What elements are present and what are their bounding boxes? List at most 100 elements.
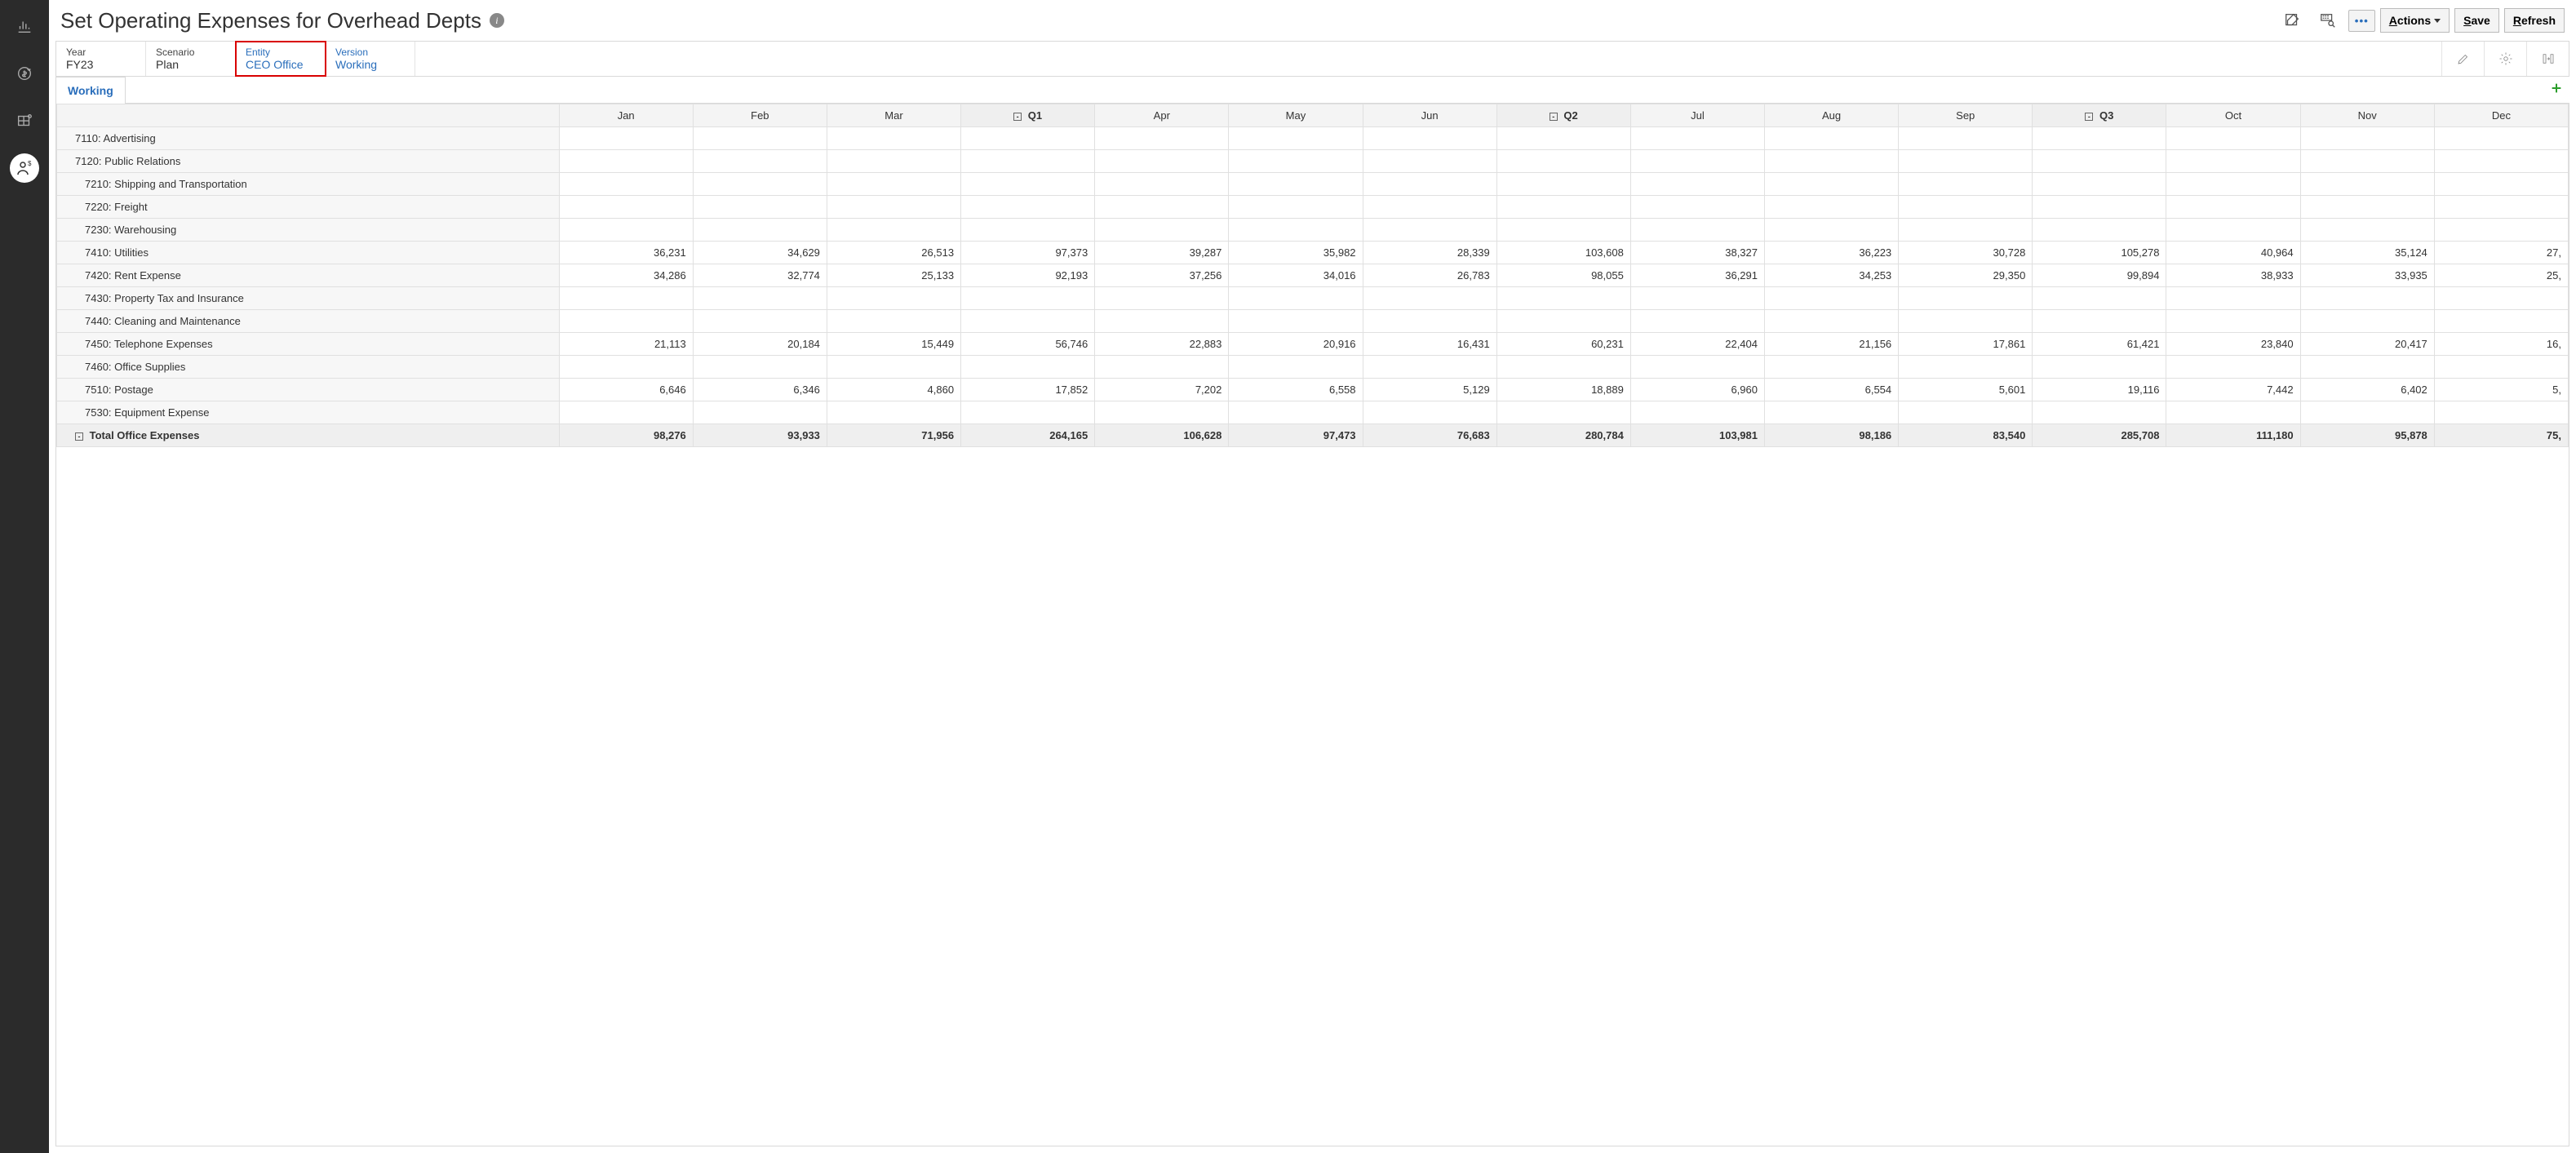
row-header[interactable]: 7220: Freight [57,196,560,219]
data-cell[interactable]: 60,231 [1496,333,1630,356]
data-cell[interactable]: 97,373 [961,242,1095,264]
data-cell[interactable] [1229,196,1363,219]
data-cell[interactable] [1095,150,1229,173]
data-cell[interactable] [1363,310,1496,333]
data-cell[interactable] [1496,401,1630,424]
data-cell[interactable] [1363,356,1496,379]
col-header-q1[interactable]: - Q1 [961,104,1095,127]
data-cell[interactable] [827,287,960,310]
data-cell[interactable]: 36,223 [1765,242,1899,264]
data-cell[interactable] [2166,196,2300,219]
data-cell[interactable] [2434,356,2568,379]
data-cell[interactable] [2434,127,2568,150]
data-cell[interactable]: 6,346 [693,379,827,401]
data-cell[interactable] [2434,196,2568,219]
col-header-apr[interactable]: Apr [1095,104,1229,127]
data-cell[interactable]: 97,473 [1229,424,1363,447]
data-cell[interactable] [693,219,827,242]
data-cell[interactable] [2166,127,2300,150]
col-header-mar[interactable]: Mar [827,104,960,127]
data-cell[interactable] [2434,173,2568,196]
data-cell[interactable]: 95,878 [2300,424,2434,447]
pov-cell-year[interactable]: YearFY23 [56,42,146,76]
data-cell[interactable] [2166,310,2300,333]
nav-person-dollar-icon[interactable]: $ [10,153,39,183]
data-cell[interactable] [1496,287,1630,310]
data-cell[interactable] [961,173,1095,196]
data-cell[interactable] [1496,173,1630,196]
data-cell[interactable] [961,219,1095,242]
col-header-oct[interactable]: Oct [2166,104,2300,127]
data-cell[interactable] [559,287,693,310]
data-cell[interactable] [2166,219,2300,242]
pov-cell-entity[interactable]: EntityCEO Office [236,42,326,76]
data-cell[interactable] [1363,173,1496,196]
data-cell[interactable] [2434,401,2568,424]
data-cell[interactable]: 98,055 [1496,264,1630,287]
data-cell[interactable] [559,310,693,333]
data-cell[interactable] [1630,150,1764,173]
collapse-icon[interactable]: - [75,432,83,441]
pov-panel-toggle-icon[interactable] [2526,42,2569,76]
data-cell[interactable]: 83,540 [1899,424,2033,447]
collapse-icon[interactable]: - [1013,113,1022,121]
data-cell[interactable] [2033,310,2166,333]
data-cell[interactable]: 6,646 [559,379,693,401]
data-cell[interactable] [1630,401,1764,424]
data-cell[interactable]: 75, [2434,424,2568,447]
data-cell[interactable] [827,310,960,333]
more-options-button[interactable]: ••• [2348,10,2375,32]
data-cell[interactable]: 39,287 [1095,242,1229,264]
data-cell[interactable]: 26,783 [1363,264,1496,287]
data-cell[interactable] [1496,356,1630,379]
data-cell[interactable] [693,150,827,173]
data-cell[interactable] [961,356,1095,379]
data-cell[interactable] [2300,401,2434,424]
data-cell[interactable] [1899,310,2033,333]
data-cell[interactable] [1363,287,1496,310]
data-cell[interactable] [2033,196,2166,219]
data-cell[interactable] [1630,196,1764,219]
data-cell[interactable] [1229,401,1363,424]
row-header[interactable]: 7120: Public Relations [57,150,560,173]
data-cell[interactable] [559,219,693,242]
data-cell[interactable]: 37,256 [1095,264,1229,287]
save-button[interactable]: Save [2454,8,2499,33]
data-cell[interactable] [559,173,693,196]
data-cell[interactable] [2033,173,2166,196]
data-cell[interactable] [2434,310,2568,333]
nav-grid-cube-icon[interactable] [10,106,39,135]
row-header[interactable]: 7230: Warehousing [57,219,560,242]
row-header[interactable]: 7110: Advertising [57,127,560,150]
actions-button[interactable]: Actions [2380,8,2450,33]
data-cell[interactable]: 15,449 [827,333,960,356]
data-cell[interactable]: 16,431 [1363,333,1496,356]
data-cell[interactable]: 6,558 [1229,379,1363,401]
data-cell[interactable]: 23,840 [2166,333,2300,356]
find-icon-button[interactable] [2312,7,2343,34]
data-cell[interactable] [1899,287,2033,310]
data-cell[interactable] [1765,310,1899,333]
data-cell[interactable] [1899,356,2033,379]
data-cell[interactable] [1899,127,2033,150]
data-cell[interactable] [961,287,1095,310]
data-cell[interactable] [1765,150,1899,173]
data-grid-container[interactable]: JanFebMar- Q1AprMayJun- Q2JulAugSep- Q3O… [55,104,2569,1146]
col-header-feb[interactable]: Feb [693,104,827,127]
data-cell[interactable] [1363,127,1496,150]
data-cell[interactable] [559,356,693,379]
data-cell[interactable]: 17,852 [961,379,1095,401]
data-cell[interactable] [961,150,1095,173]
col-header-jul[interactable]: Jul [1630,104,1764,127]
data-cell[interactable] [1095,356,1229,379]
data-cell[interactable] [2300,196,2434,219]
data-cell[interactable] [559,401,693,424]
row-header[interactable]: - Total Office Expenses [57,424,560,447]
nav-chart-icon[interactable] [10,11,39,41]
col-header-q3[interactable]: - Q3 [2033,104,2166,127]
data-cell[interactable] [1229,150,1363,173]
subtab-working[interactable]: Working [55,77,126,104]
data-cell[interactable] [1496,196,1630,219]
data-cell[interactable] [1095,401,1229,424]
data-cell[interactable] [1229,127,1363,150]
